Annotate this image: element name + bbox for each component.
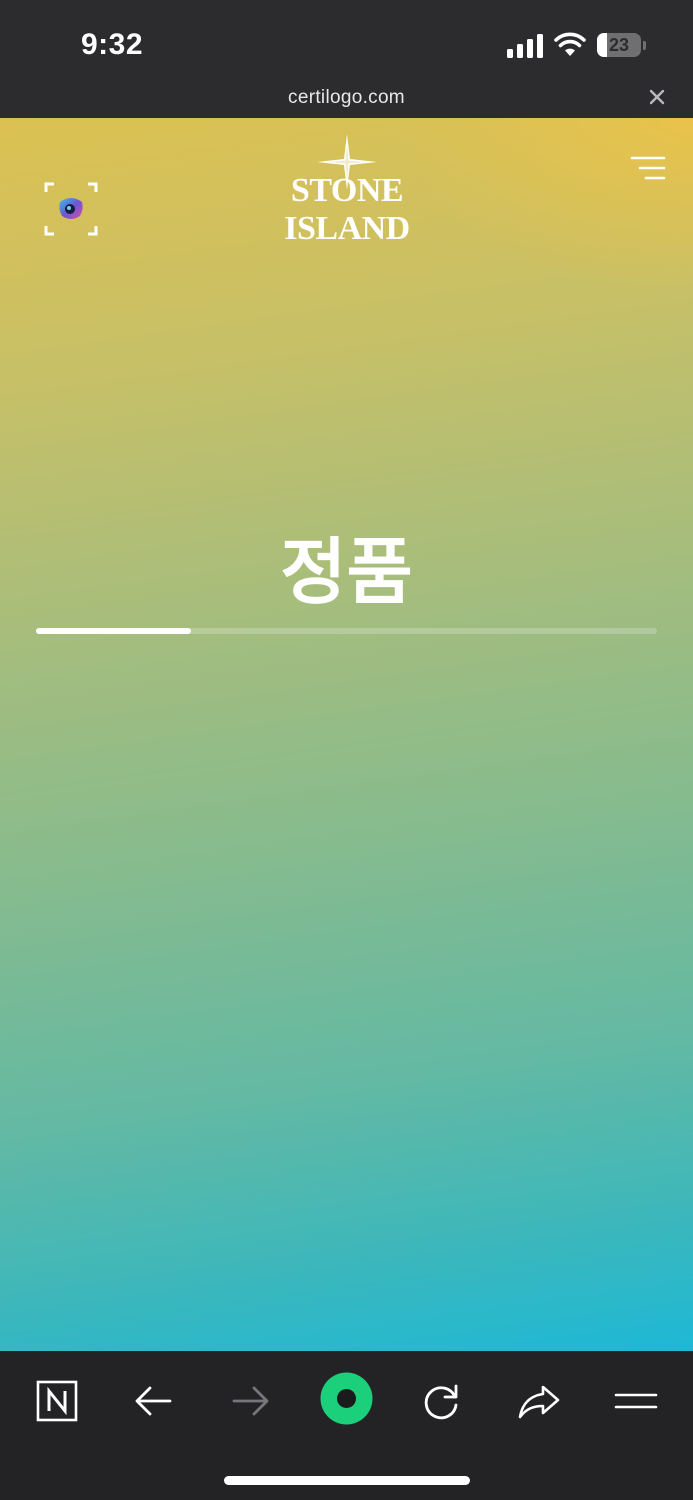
browser-toolbar	[0, 1351, 693, 1500]
scan-qr-icon[interactable]	[42, 180, 100, 238]
brand-logo-text: STONE ISLAND	[284, 172, 410, 247]
status-bar: 9:32 23	[0, 0, 693, 88]
share-icon[interactable]	[515, 1377, 563, 1425]
progress-fill	[36, 628, 192, 634]
authenticity-result: 정품	[280, 530, 413, 614]
forward-arrow-icon[interactable]	[226, 1377, 274, 1425]
cellular-signal-icon	[507, 34, 543, 58]
reload-icon[interactable]	[417, 1377, 465, 1425]
battery-indicator: 23	[597, 33, 647, 59]
back-arrow-icon[interactable]	[130, 1377, 178, 1425]
hamburger-menu-icon[interactable]	[630, 156, 666, 182]
status-time: 9:32	[81, 28, 144, 61]
brand-logo[interactable]: STONE ISLAND	[238, 132, 456, 247]
url-bar[interactable]: certilogo.com	[0, 80, 693, 118]
home-indicator[interactable]	[224, 1476, 470, 1485]
menu-icon[interactable]	[612, 1377, 660, 1425]
wifi-icon	[554, 32, 586, 56]
close-icon[interactable]	[647, 87, 667, 107]
app-home-icon[interactable]	[320, 1372, 373, 1425]
notion-icon[interactable]	[33, 1377, 81, 1425]
progress-bar	[36, 628, 657, 634]
battery-level: 23	[608, 35, 630, 55]
url-text[interactable]: certilogo.com	[0, 87, 693, 109]
verification-page: STONE ISLAND 정품	[0, 118, 693, 1351]
